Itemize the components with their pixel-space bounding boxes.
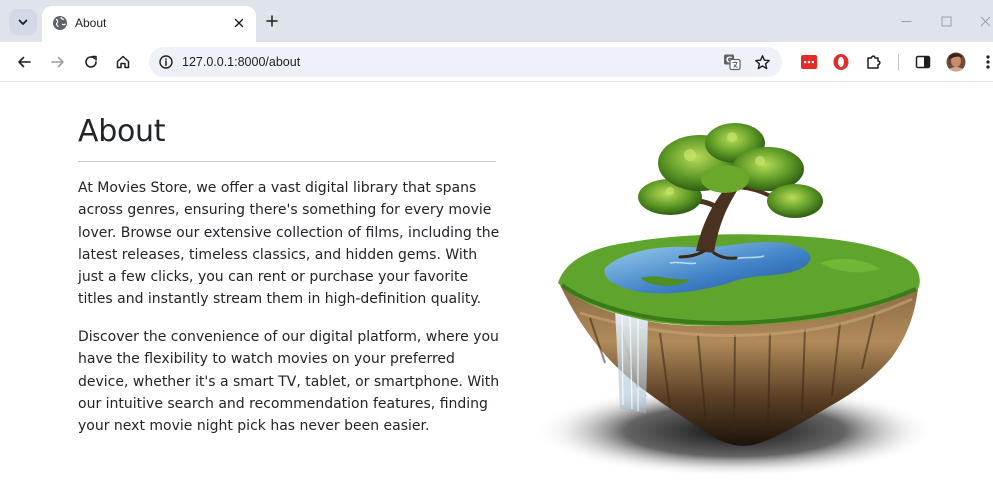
forward-button[interactable]	[46, 50, 70, 74]
browser-toolbar: 127.0.0.1:8000/about G	[0, 42, 993, 82]
about-paragraph-2: Discover the convenience of our digital …	[78, 329, 500, 435]
kebab-menu-icon	[986, 55, 990, 69]
side-panel-icon	[915, 55, 931, 69]
extension-red-button[interactable]	[797, 50, 821, 74]
forward-arrow-icon	[51, 56, 64, 68]
extension-red-icon	[801, 55, 817, 69]
page-title: About	[78, 114, 166, 149]
back-button[interactable]	[12, 50, 36, 74]
tab-title: About	[75, 16, 107, 30]
opera-extension-button[interactable]	[829, 50, 853, 74]
new-tab-button[interactable]	[262, 11, 282, 31]
back-arrow-icon	[18, 56, 31, 68]
reload-button[interactable]	[79, 50, 103, 74]
toolbar-divider	[898, 54, 899, 70]
plus-icon	[266, 15, 278, 27]
avatar	[946, 52, 966, 72]
minimize-button[interactable]	[896, 12, 916, 30]
close-icon	[234, 18, 244, 28]
maximize-button[interactable]	[936, 12, 956, 30]
tab-strip: About	[0, 0, 993, 42]
minimize-icon	[901, 20, 911, 22]
tab-search-button[interactable]	[9, 9, 37, 35]
browser-menu-button[interactable]	[976, 50, 993, 74]
home-button[interactable]	[111, 50, 135, 74]
side-panel-button[interactable]	[911, 50, 935, 74]
star-icon	[754, 54, 770, 69]
opera-icon	[833, 54, 849, 70]
extensions-button[interactable]	[862, 50, 886, 74]
info-icon	[159, 55, 173, 69]
window-close-icon	[980, 16, 990, 26]
translate-icon: G	[724, 54, 741, 71]
floating-island-image	[535, 123, 935, 477]
profile-button[interactable]	[944, 50, 968, 74]
page-content: About At Movies Store, we offer a vast d…	[0, 83, 993, 482]
about-paragraph-1: At Movies Store, we offer a vast digital…	[78, 180, 500, 308]
translate-button[interactable]: G	[722, 52, 742, 72]
tab-close-button[interactable]	[230, 14, 248, 32]
puzzle-icon	[867, 55, 881, 69]
window-close-button[interactable]	[975, 12, 993, 30]
maximize-icon	[941, 16, 951, 26]
title-divider	[78, 161, 496, 162]
globe-icon	[53, 16, 67, 30]
chevron-down-icon	[18, 19, 28, 25]
home-icon	[116, 55, 130, 69]
bookmark-button[interactable]	[752, 52, 772, 72]
site-info-button[interactable]	[157, 53, 175, 71]
reload-icon	[85, 55, 97, 68]
active-tab[interactable]: About	[42, 6, 256, 42]
address-bar[interactable]: 127.0.0.1:8000/about G	[149, 47, 782, 77]
url-text[interactable]: 127.0.0.1:8000/about	[182, 55, 300, 69]
